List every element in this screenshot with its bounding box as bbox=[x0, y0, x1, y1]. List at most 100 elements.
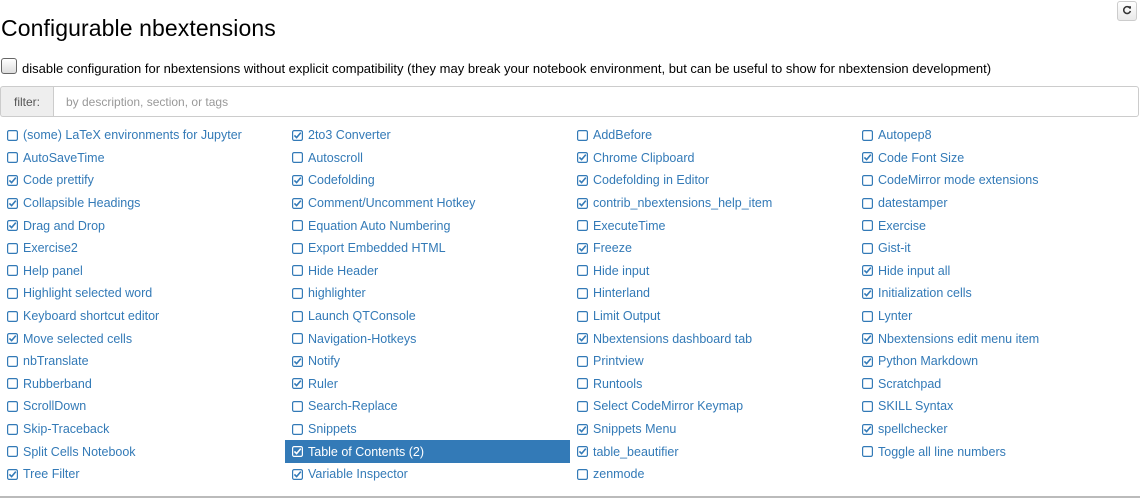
extension-item[interactable]: (some) LaTeX environments for Jupyter bbox=[0, 124, 285, 147]
extension-item[interactable]: Autopep8 bbox=[855, 124, 1140, 147]
extension-item[interactable]: Launch QTConsole bbox=[285, 305, 570, 328]
extension-item[interactable]: Keyboard shortcut editor bbox=[0, 305, 285, 328]
unchecked-checkbox-icon[interactable] bbox=[862, 174, 873, 186]
extension-item[interactable]: AutoSaveTime bbox=[0, 147, 285, 170]
extension-item[interactable]: Gist-it bbox=[855, 237, 1140, 260]
checked-checkbox-icon[interactable] bbox=[577, 333, 588, 345]
extension-item[interactable]: Python Markdown bbox=[855, 350, 1140, 373]
unchecked-checkbox-icon[interactable] bbox=[292, 152, 303, 164]
unchecked-checkbox-icon[interactable] bbox=[292, 423, 303, 435]
unchecked-checkbox-icon[interactable] bbox=[292, 220, 303, 232]
unchecked-checkbox-icon[interactable] bbox=[7, 287, 18, 299]
extension-item[interactable]: Snippets bbox=[285, 418, 570, 441]
extension-item[interactable]: Rubberband bbox=[0, 373, 285, 396]
checked-checkbox-icon[interactable] bbox=[7, 197, 18, 209]
extension-item[interactable]: spellchecker bbox=[855, 418, 1140, 441]
extension-item[interactable]: Toggle all line numbers bbox=[855, 440, 1140, 463]
extension-item[interactable]: Comment/Uncomment Hotkey bbox=[285, 192, 570, 215]
extension-item[interactable]: Select CodeMirror Keymap bbox=[570, 395, 855, 418]
unchecked-checkbox-icon[interactable] bbox=[7, 242, 18, 254]
checked-checkbox-icon[interactable] bbox=[7, 333, 18, 345]
extension-item[interactable]: Exercise bbox=[855, 214, 1140, 237]
unchecked-checkbox-icon[interactable] bbox=[862, 400, 873, 412]
unchecked-checkbox-icon[interactable] bbox=[7, 265, 18, 277]
extension-item[interactable]: Drag and Drop bbox=[0, 214, 285, 237]
unchecked-checkbox-icon[interactable] bbox=[577, 355, 588, 367]
unchecked-checkbox-icon[interactable] bbox=[577, 265, 588, 277]
checked-checkbox-icon[interactable] bbox=[292, 378, 303, 390]
extension-item[interactable]: Hide input all bbox=[855, 260, 1140, 283]
extension-item[interactable]: Exercise2 bbox=[0, 237, 285, 260]
unchecked-checkbox-icon[interactable] bbox=[577, 220, 588, 232]
checked-checkbox-icon[interactable] bbox=[577, 152, 588, 164]
extension-item[interactable]: Initialization cells bbox=[855, 282, 1140, 305]
extension-item[interactable]: zenmode bbox=[570, 463, 855, 486]
unchecked-checkbox-icon[interactable] bbox=[7, 446, 18, 458]
unchecked-checkbox-icon[interactable] bbox=[7, 310, 18, 322]
extension-item[interactable]: Nbextensions dashboard tab bbox=[570, 327, 855, 350]
extension-item[interactable]: Scratchpad bbox=[855, 373, 1140, 396]
extension-item[interactable]: Search-Replace bbox=[285, 395, 570, 418]
extension-item[interactable]: Skip-Traceback bbox=[0, 418, 285, 441]
extension-item[interactable]: Notify bbox=[285, 350, 570, 373]
extension-item[interactable]: ExecuteTime bbox=[570, 214, 855, 237]
checked-checkbox-icon[interactable] bbox=[862, 423, 873, 435]
extension-item[interactable]: table_beautifier bbox=[570, 440, 855, 463]
unchecked-checkbox-icon[interactable] bbox=[292, 242, 303, 254]
unchecked-checkbox-icon[interactable] bbox=[7, 423, 18, 435]
unchecked-checkbox-icon[interactable] bbox=[862, 129, 873, 141]
unchecked-checkbox-icon[interactable] bbox=[7, 355, 18, 367]
extension-item[interactable]: Runtools bbox=[570, 373, 855, 396]
checked-checkbox-icon[interactable] bbox=[862, 333, 873, 345]
checked-checkbox-icon[interactable] bbox=[577, 242, 588, 254]
checked-checkbox-icon[interactable] bbox=[577, 423, 588, 435]
extension-item[interactable]: Highlight selected word bbox=[0, 282, 285, 305]
checked-checkbox-icon[interactable] bbox=[7, 468, 18, 480]
unchecked-checkbox-icon[interactable] bbox=[862, 378, 873, 390]
extension-item[interactable]: CodeMirror mode extensions bbox=[855, 169, 1140, 192]
extension-item[interactable]: Hide input bbox=[570, 260, 855, 283]
checked-checkbox-icon[interactable] bbox=[292, 355, 303, 367]
checked-checkbox-icon[interactable] bbox=[862, 265, 873, 277]
extension-item[interactable]: Lynter bbox=[855, 305, 1140, 328]
checked-checkbox-icon[interactable] bbox=[7, 220, 18, 232]
extension-item[interactable]: ScrollDown bbox=[0, 395, 285, 418]
extension-item[interactable]: Table of Contents (2) bbox=[285, 440, 570, 463]
unchecked-checkbox-icon[interactable] bbox=[577, 129, 588, 141]
extension-item[interactable]: datestamper bbox=[855, 192, 1140, 215]
extension-item[interactable]: Freeze bbox=[570, 237, 855, 260]
extension-item[interactable]: Variable Inspector bbox=[285, 463, 570, 486]
extension-item[interactable]: Export Embedded HTML bbox=[285, 237, 570, 260]
unchecked-checkbox-icon[interactable] bbox=[862, 220, 873, 232]
checked-checkbox-icon[interactable] bbox=[862, 287, 873, 299]
checked-checkbox-icon[interactable] bbox=[862, 152, 873, 164]
extension-item[interactable]: Help panel bbox=[0, 260, 285, 283]
extension-item[interactable]: Navigation-Hotkeys bbox=[285, 327, 570, 350]
extension-item[interactable]: Code Font Size bbox=[855, 147, 1140, 170]
checked-checkbox-icon[interactable] bbox=[7, 174, 18, 186]
unchecked-checkbox-icon[interactable] bbox=[862, 310, 873, 322]
checked-checkbox-icon[interactable] bbox=[577, 446, 588, 458]
checked-checkbox-icon[interactable] bbox=[292, 174, 303, 186]
checked-checkbox-icon[interactable] bbox=[292, 197, 303, 209]
extension-item[interactable]: contrib_nbextensions_help_item bbox=[570, 192, 855, 215]
extension-item[interactable]: Hinterland bbox=[570, 282, 855, 305]
extension-item[interactable]: highlighter bbox=[285, 282, 570, 305]
unchecked-checkbox-icon[interactable] bbox=[862, 242, 873, 254]
extension-item[interactable]: Move selected cells bbox=[0, 327, 285, 350]
extension-item[interactable]: Tree Filter bbox=[0, 463, 285, 486]
extension-item[interactable]: Snippets Menu bbox=[570, 418, 855, 441]
extension-item[interactable]: AddBefore bbox=[570, 124, 855, 147]
unchecked-checkbox-icon[interactable] bbox=[7, 152, 18, 164]
unchecked-checkbox-icon[interactable] bbox=[862, 446, 873, 458]
extension-item[interactable]: Code prettify bbox=[0, 169, 285, 192]
extension-item[interactable]: Limit Output bbox=[570, 305, 855, 328]
checked-checkbox-icon[interactable] bbox=[292, 468, 303, 480]
extension-item[interactable]: Codefolding in Editor bbox=[570, 169, 855, 192]
extension-item[interactable]: Printview bbox=[570, 350, 855, 373]
extension-item[interactable]: Hide Header bbox=[285, 260, 570, 283]
checked-checkbox-icon[interactable] bbox=[577, 174, 588, 186]
checked-checkbox-icon[interactable] bbox=[862, 355, 873, 367]
unchecked-checkbox-icon[interactable] bbox=[577, 468, 588, 480]
unchecked-checkbox-icon[interactable] bbox=[577, 400, 588, 412]
